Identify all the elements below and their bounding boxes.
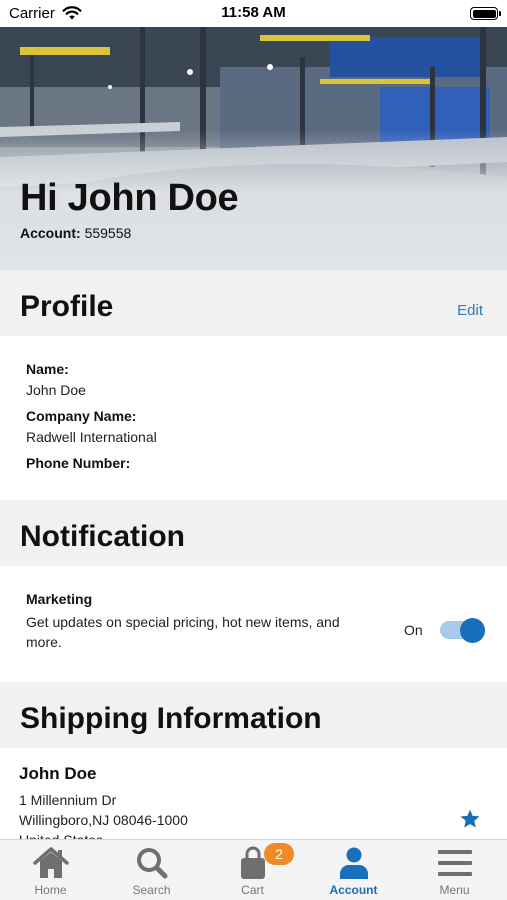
account-number: 559558 [84, 225, 132, 241]
notification-section-header: Notification [0, 500, 507, 566]
phone-number-label: Phone Number: [26, 455, 131, 471]
company-name-value: Radwell International [26, 429, 157, 445]
tab-account-label: Account [329, 883, 378, 897]
status-time: 11:58 AM [221, 4, 286, 21]
tab-cart-label: Cart [241, 883, 264, 897]
name-label: Name: [26, 361, 69, 377]
notification-settings: Marketing Get updates on special pricing… [0, 566, 507, 682]
account-icon [339, 847, 368, 879]
tab-search-label: Search [132, 883, 171, 897]
notification-title: Notification [20, 520, 185, 553]
bottom-tab-bar: Home Search 2 Cart Account Menu [0, 839, 507, 900]
search-icon [136, 848, 167, 879]
battery-icon [470, 7, 501, 20]
profile-title: Profile [20, 290, 114, 323]
marketing-toggle[interactable] [440, 618, 486, 643]
company-name-label: Company Name: [26, 408, 137, 424]
account-label: Account: [20, 225, 81, 241]
tab-home-label: Home [34, 883, 67, 897]
default-address-star-icon[interactable] [459, 808, 481, 830]
status-bar: Carrier 11:58 AM [0, 0, 507, 27]
home-icon [32, 847, 69, 878]
tab-cart[interactable]: 2 Cart [202, 840, 303, 900]
marketing-description: Get updates on special pricing, hot new … [26, 614, 340, 650]
name-value: John Doe [26, 382, 86, 398]
toggle-knob [460, 618, 485, 643]
address-line-1: 1 Millennium Dr [19, 792, 117, 808]
shipping-title: Shipping Information [20, 702, 322, 735]
profile-details: Name: John Doe Company Name: Radwell Int… [0, 336, 507, 500]
tab-menu-label: Menu [439, 883, 470, 897]
menu-icon [437, 850, 472, 876]
account-number-line: Account: 559558 [20, 225, 131, 241]
greeting-title: Hi John Doe [20, 177, 239, 219]
shipping-section-header: Shipping Information [0, 682, 507, 748]
cart-count-badge: 2 [264, 843, 294, 865]
shipping-name: John Doe [19, 764, 97, 783]
profile-section-header: Profile Edit [0, 270, 507, 336]
account-hero: Hi John Doe Account: 559558 [0, 27, 507, 270]
tab-account[interactable]: Account [303, 840, 404, 900]
edit-profile-link[interactable]: Edit [457, 302, 483, 319]
marketing-toggle-state: On [404, 622, 423, 638]
tab-home[interactable]: Home [0, 840, 101, 900]
address-line-2: Willingboro,NJ 08046-1000 [19, 812, 188, 828]
tab-menu[interactable]: Menu [404, 840, 505, 900]
marketing-label: Marketing [26, 591, 93, 607]
tab-search[interactable]: Search [101, 840, 202, 900]
